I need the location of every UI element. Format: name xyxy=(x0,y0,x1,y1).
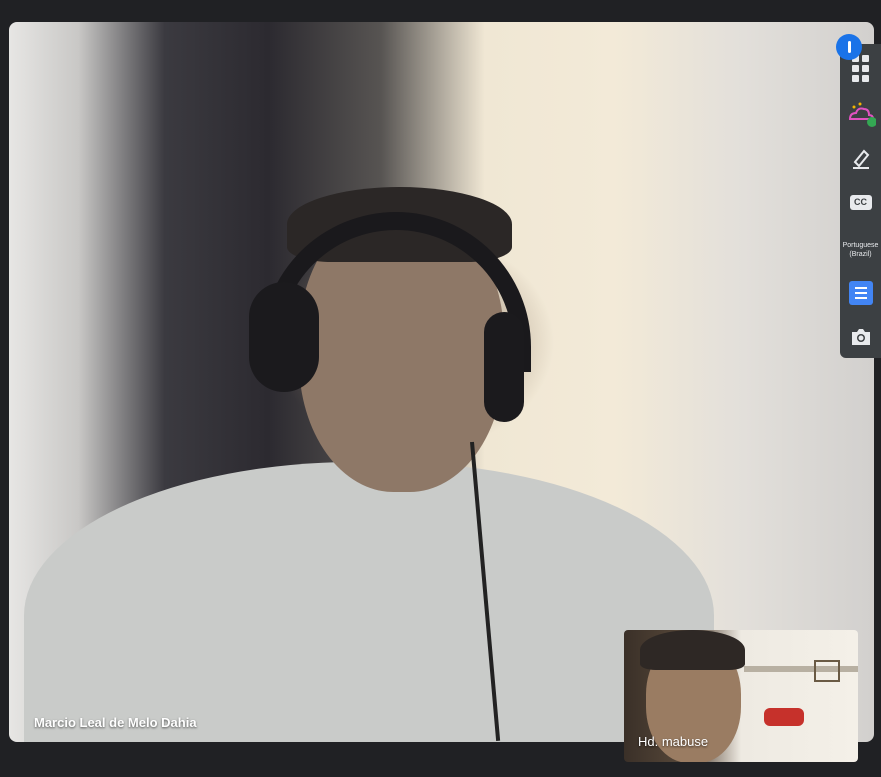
participant-name-label: Marcio Leal de Melo Dahia xyxy=(34,715,197,730)
activity-badge[interactable] xyxy=(836,34,862,60)
effects-icon xyxy=(848,102,876,127)
annotate-button[interactable] xyxy=(840,140,881,176)
caption-language-button[interactable]: Portuguese (Brazil) xyxy=(840,230,881,270)
camera-icon xyxy=(851,329,870,345)
participant-video-body xyxy=(24,462,714,742)
headphone-right-cup xyxy=(484,312,524,422)
caption-language-label: Portuguese (Brazil) xyxy=(842,242,879,258)
captions-button[interactable]: CC xyxy=(840,184,881,220)
side-toolbar: CC Portuguese (Brazil) xyxy=(840,44,881,358)
transcript-button[interactable] xyxy=(840,275,881,311)
self-view-object xyxy=(764,708,804,726)
captions-icon: CC xyxy=(849,194,872,210)
screenshot-button[interactable] xyxy=(840,319,881,355)
self-view-name-label: Hd. mabuse xyxy=(638,734,709,749)
highlighter-icon xyxy=(852,149,869,169)
self-view-picture-frame xyxy=(814,660,840,682)
badge-indicator-icon xyxy=(847,41,851,53)
headphone-left-cup xyxy=(249,282,319,392)
self-view-shelf xyxy=(744,666,858,672)
effects-button[interactable] xyxy=(840,96,881,132)
self-view-hair xyxy=(640,630,745,670)
self-view-tile[interactable]: Hd. mabuse xyxy=(624,630,858,762)
document-icon xyxy=(848,281,873,305)
